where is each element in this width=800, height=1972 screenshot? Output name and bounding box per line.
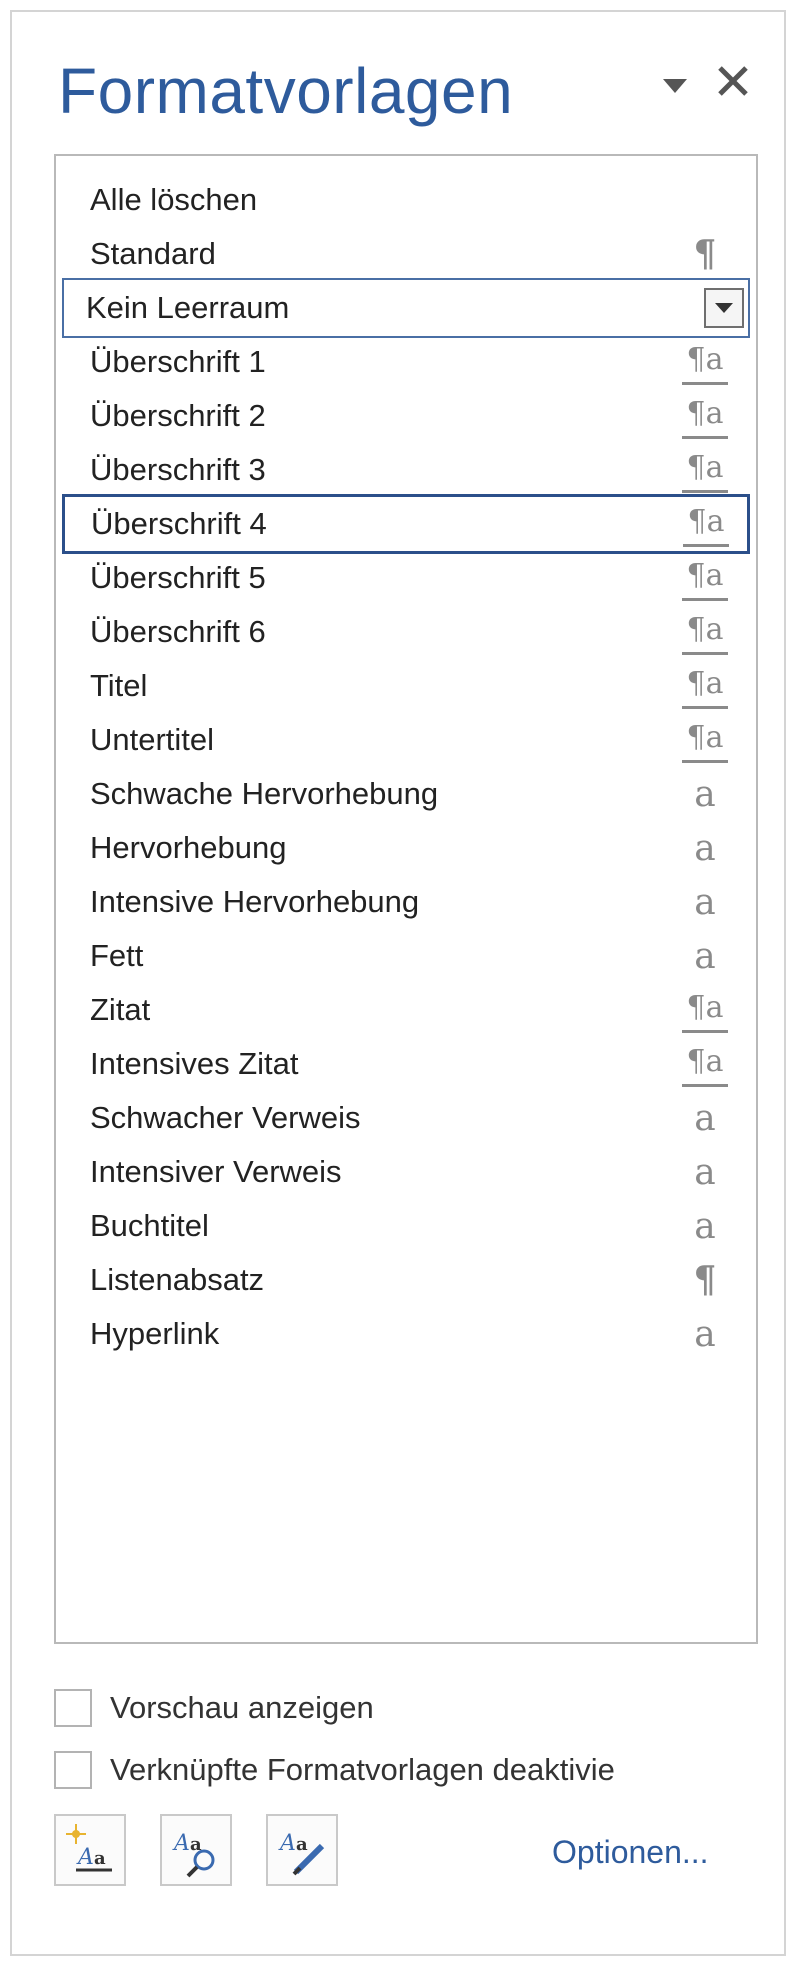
character-style-icon: a: [694, 1097, 716, 1139]
style-item-untertitel[interactable]: Untertitel ¶a: [62, 710, 750, 770]
preview-checkbox-row[interactable]: Vorschau anzeigen: [54, 1686, 374, 1730]
style-item-standard[interactable]: Standard ¶: [62, 224, 750, 284]
style-item-label: Überschrift 6: [90, 614, 266, 649]
svg-text:a: a: [296, 1834, 308, 1855]
style-item-ueberschrift-4[interactable]: Überschrift 4 ¶a: [62, 494, 750, 554]
style-item-label: Intensiver Verweis: [90, 1154, 342, 1189]
character-style-icon: a: [694, 827, 716, 869]
paragraph-icon: ¶: [693, 233, 717, 275]
style-item-label: Hervorhebung: [90, 830, 287, 865]
close-icon[interactable]: [712, 60, 754, 102]
style-item-label: Intensive Hervorhebung: [90, 884, 420, 919]
style-item-label: Schwacher Verweis: [90, 1100, 361, 1135]
pane-options-dropdown-icon[interactable]: [660, 74, 690, 98]
manage-styles-icon: A a: [278, 1831, 325, 1876]
linked-style-icon: ¶a: [682, 664, 728, 709]
linked-style-icon: ¶a: [682, 556, 728, 601]
new-style-icon: A a: [66, 1824, 112, 1872]
styles-list: Alle löschen Standard ¶ Kein Leerraum Üb…: [54, 154, 758, 1644]
style-item-ueberschrift-5[interactable]: Überschrift 5 ¶a: [62, 548, 750, 608]
linked-style-icon: ¶a: [683, 502, 729, 547]
linked-style-icon: ¶a: [682, 394, 728, 439]
new-style-button[interactable]: A a: [54, 1814, 126, 1886]
style-item-label: Überschrift 1: [90, 344, 266, 379]
style-item-label: Hyperlink: [90, 1316, 220, 1351]
style-item-label: Überschrift 3: [90, 452, 266, 487]
paragraph-icon: ¶: [693, 1259, 717, 1301]
pane-title: Formatvorlagen: [58, 55, 514, 127]
character-style-icon: a: [694, 881, 716, 923]
style-item-ueberschrift-1[interactable]: Überschrift 1 ¶a: [62, 332, 750, 392]
style-inspector-icon: A a: [172, 1831, 215, 1878]
disable-linked-styles-checkbox[interactable]: [54, 1751, 92, 1789]
style-item-alle-loeschen[interactable]: Alle löschen: [62, 170, 750, 230]
style-item-ueberschrift-3[interactable]: Überschrift 3 ¶a: [62, 440, 750, 500]
style-item-label: Schwache Hervorhebung: [90, 776, 439, 811]
linked-style-icon: ¶a: [682, 988, 728, 1033]
linked-style-icon: ¶a: [682, 610, 728, 655]
style-item-hyperlink[interactable]: Hyperlink a: [62, 1304, 750, 1364]
style-item-label: Standard: [90, 236, 216, 271]
linked-style-icon: ¶a: [682, 1042, 728, 1087]
svg-text:a: a: [94, 1848, 106, 1869]
style-item-zitat[interactable]: Zitat ¶a: [62, 980, 750, 1040]
character-style-icon: a: [694, 1151, 716, 1193]
svg-text:A: A: [278, 1831, 296, 1856]
preview-checkbox-label: Vorschau anzeigen: [110, 1690, 374, 1725]
chevron-down-icon[interactable]: [704, 288, 744, 328]
style-item-label: Überschrift 2: [90, 398, 266, 433]
style-item-schwache-hervorhebung[interactable]: Schwache Hervorhebung a: [62, 764, 750, 824]
style-item-label: Zitat: [90, 992, 151, 1027]
style-item-kein-leerraum[interactable]: Kein Leerraum: [62, 278, 750, 338]
style-item-ueberschrift-6[interactable]: Überschrift 6 ¶a: [62, 602, 750, 662]
style-item-intensiver-verweis[interactable]: Intensiver Verweis a: [62, 1142, 750, 1202]
style-item-fett[interactable]: Fett a: [62, 926, 750, 986]
disable-linked-styles-checkbox-row[interactable]: Verknüpfte Formatvorlagen deaktivie: [54, 1748, 615, 1792]
linked-style-icon: ¶a: [682, 340, 728, 385]
style-item-ueberschrift-2[interactable]: Überschrift 2 ¶a: [62, 386, 750, 446]
style-item-hervorhebung[interactable]: Hervorhebung a: [62, 818, 750, 878]
linked-style-icon: ¶a: [682, 718, 728, 763]
style-item-label: Intensives Zitat: [90, 1046, 299, 1081]
style-item-intensives-zitat[interactable]: Intensives Zitat ¶a: [62, 1034, 750, 1094]
options-link[interactable]: Optionen...: [552, 1834, 709, 1871]
style-item-label: Kein Leerraum: [86, 290, 290, 325]
character-style-icon: a: [694, 1313, 716, 1355]
linked-style-icon: ¶a: [682, 448, 728, 493]
style-item-intensive-hervorhebung[interactable]: Intensive Hervorhebung a: [62, 872, 750, 932]
character-style-icon: a: [694, 1205, 716, 1247]
preview-checkbox[interactable]: [54, 1689, 92, 1727]
style-item-label: Untertitel: [90, 722, 215, 757]
svg-text:A: A: [172, 1831, 190, 1856]
style-item-label: Fett: [90, 938, 144, 973]
style-item-label: Überschrift 5: [90, 560, 266, 595]
style-item-label: Alle löschen: [90, 182, 258, 217]
style-item-titel[interactable]: Titel ¶a: [62, 656, 750, 716]
style-item-buchtitel[interactable]: Buchtitel a: [62, 1196, 750, 1256]
character-style-icon: a: [694, 935, 716, 977]
style-item-label: Überschrift 4: [91, 506, 267, 541]
style-item-label: Titel: [90, 668, 148, 703]
character-style-icon: a: [694, 773, 716, 815]
style-item-listenabsatz[interactable]: Listenabsatz ¶: [62, 1250, 750, 1310]
disable-linked-styles-label: Verknüpfte Formatvorlagen deaktivie: [110, 1752, 615, 1787]
style-inspector-button[interactable]: A a: [160, 1814, 232, 1886]
style-item-schwacher-verweis[interactable]: Schwacher Verweis a: [62, 1088, 750, 1148]
manage-styles-button[interactable]: A a: [266, 1814, 338, 1886]
svg-text:A: A: [76, 1845, 94, 1870]
style-item-label: Buchtitel: [90, 1208, 209, 1243]
style-item-label: Listenabsatz: [90, 1262, 265, 1297]
